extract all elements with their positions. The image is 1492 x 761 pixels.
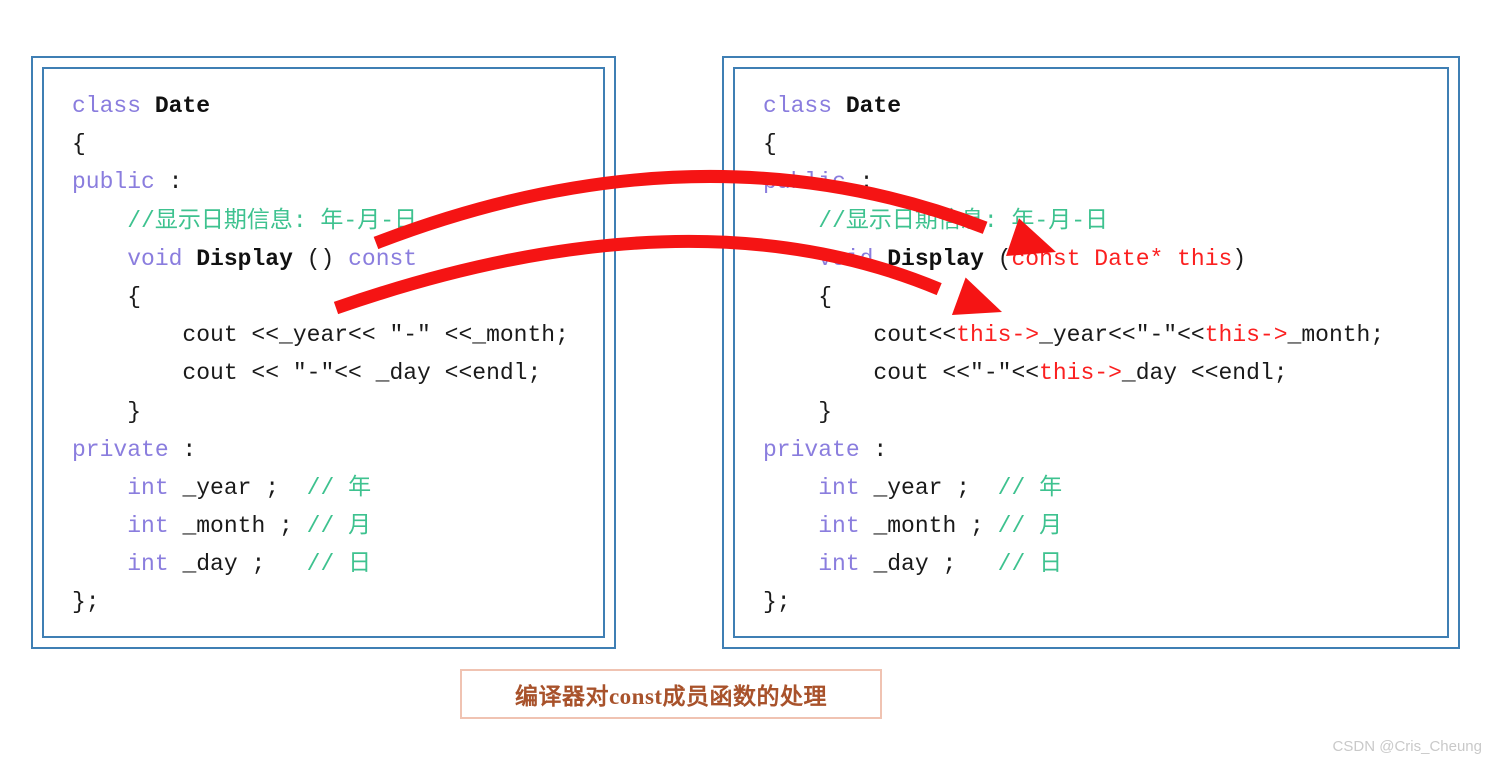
code-line: }: [763, 393, 1443, 431]
code-line: };: [763, 583, 1443, 621]
diagram-canvas: class Date { public : //显示日期信息: 年-月-日 void…: [0, 0, 1492, 761]
code-token: (: [983, 245, 1012, 272]
code-token: {: [72, 131, 86, 158]
code-line: {: [763, 278, 1443, 316]
code-token: Display: [196, 245, 293, 272]
code-token: {: [818, 283, 833, 310]
right-code-panel-inner-frame: class Date { public : //显示日期信息: 年-月-日 void…: [733, 67, 1449, 638]
code-line: private :: [763, 431, 1443, 469]
code-line: }: [72, 393, 599, 431]
code-token: Display: [887, 245, 984, 272]
code-token: this->: [1039, 360, 1122, 387]
code-token: _month ;: [859, 513, 998, 540]
code-token: {: [127, 283, 142, 310]
code-token: void: [818, 245, 874, 272]
code-token: int: [127, 513, 169, 540]
code-token: _day ;: [859, 551, 998, 578]
code-token: class: [72, 93, 155, 119]
code-token: _month;: [1287, 322, 1385, 349]
code-token: Date: [845, 93, 902, 119]
code-line: cout<<this->_year<<"-"<<this->_month;: [763, 316, 1443, 354]
left-code-panel: class Date { public : //显示日期信息: 年-月-日 void…: [31, 56, 616, 649]
code-token: int: [127, 474, 169, 501]
code-line: cout << "-"<< _day <<endl;: [72, 354, 599, 392]
code-token: // 月: [997, 513, 1063, 540]
code-token: :: [859, 436, 888, 463]
code-token: const: [348, 245, 418, 272]
code-token: _year<<"-"<<: [1039, 322, 1205, 349]
code-token: const Date* this: [1011, 245, 1233, 272]
code-token: //显示日期信息: 年-月-日: [818, 207, 1109, 234]
code-line: cout <<"-"<<this->_day <<endl;: [763, 354, 1443, 392]
code-line: class Date: [763, 87, 1443, 125]
code-token: public: [72, 169, 155, 196]
left-code-panel-inner-frame: class Date { public : //显示日期信息: 年-月-日 void…: [42, 67, 605, 638]
code-token: int: [127, 551, 169, 578]
code-token: // 月: [306, 513, 372, 540]
code-line: {: [763, 125, 1443, 163]
code-token: this->: [1204, 322, 1288, 349]
code-line: private :: [72, 431, 599, 469]
code-line: {: [72, 278, 599, 316]
code-line: int _month ; // 月: [72, 507, 599, 545]
code-token: _day ;: [168, 551, 307, 578]
code-token: _day <<endl;: [1121, 360, 1288, 387]
code-token: cout <<"-"<<: [873, 360, 1040, 387]
code-line: int _year ; // 年: [763, 469, 1443, 507]
code-line: public :: [72, 163, 599, 201]
code-token: int: [818, 474, 860, 501]
code-token: _month ;: [168, 513, 307, 540]
code-token: cout<<: [873, 322, 957, 349]
code-token: // 年: [306, 474, 372, 501]
code-line: //显示日期信息: 年-月-日: [763, 202, 1443, 240]
code-line: void Display () const: [72, 240, 599, 278]
code-token: :: [845, 169, 874, 196]
right-code-panel: class Date { public : //显示日期信息: 年-月-日 void…: [722, 56, 1460, 649]
code-token: // 日: [997, 551, 1063, 578]
code-token: Date: [154, 93, 211, 119]
code-token: (): [292, 245, 349, 272]
code-token: private: [763, 436, 860, 463]
code-token: }: [818, 398, 833, 425]
code-line: int _month ; // 月: [763, 507, 1443, 545]
code-token: cout << "-"<< _day <<endl;: [182, 360, 542, 387]
code-token: int: [818, 551, 860, 578]
code-token: ): [1232, 245, 1247, 272]
code-token: :: [168, 436, 197, 463]
code-token: private: [72, 436, 169, 463]
code-token: class: [763, 93, 846, 119]
code-token: }: [127, 398, 142, 425]
code-token: {: [763, 131, 777, 158]
code-line: int _day ; // 日: [72, 545, 599, 583]
code-line: void Display (const Date* this): [763, 240, 1443, 278]
watermark-label: CSDN @Cris_Cheung: [1332, 738, 1482, 755]
left-code-block: class Date { public : //显示日期信息: 年-月-日 void…: [72, 87, 599, 622]
code-token: this->: [956, 322, 1040, 349]
code-token: void: [127, 245, 183, 272]
code-line: {: [72, 125, 599, 163]
right-code-block: class Date { public : //显示日期信息: 年-月-日 void…: [763, 87, 1443, 622]
code-line: };: [72, 583, 599, 621]
code-line: class Date: [72, 87, 599, 125]
code-token: //显示日期信息: 年-月-日: [127, 207, 418, 234]
code-token: public: [763, 169, 846, 196]
code-line: int _day ; // 日: [763, 545, 1443, 583]
code-token: _year ;: [859, 474, 998, 501]
code-line: int _year ; // 年: [72, 469, 599, 507]
code-token: };: [763, 589, 791, 616]
code-line: public :: [763, 163, 1443, 201]
code-line: cout <<_year<< "-" <<_month;: [72, 316, 599, 354]
code-token: int: [818, 513, 860, 540]
code-token: // 年: [997, 474, 1063, 501]
code-line: //显示日期信息: 年-月-日: [72, 202, 599, 240]
caption-box: 编译器对const成员函数的处理: [460, 669, 882, 719]
code-token: _year ;: [168, 474, 307, 501]
code-token: };: [72, 589, 100, 616]
code-token: // 日: [306, 551, 372, 578]
code-token: :: [154, 169, 183, 196]
code-token: cout <<_year<< "-" <<_month;: [182, 322, 569, 349]
caption-label: 编译器对const成员函数的处理: [514, 684, 828, 709]
